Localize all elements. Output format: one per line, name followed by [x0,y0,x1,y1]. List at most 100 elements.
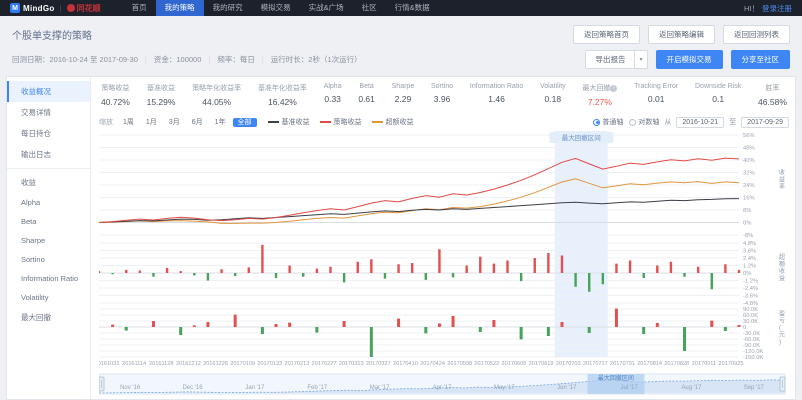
x-axis-label: 20170619 [529,361,554,367]
bars_daily_excess-bar [506,261,508,274]
sidebar-item-Sortino[interactable]: Sortino [7,250,90,269]
metric-value: 0.33 [324,94,342,104]
start-simulation-button[interactable]: 开启模拟交易 [656,50,723,69]
bars_daily_excess-bar [207,273,209,281]
legend-策略收益[interactable]: 策略收益 [320,117,362,127]
bars_daily_excess-bar [465,266,467,274]
info-icon[interactable]: i [610,85,617,92]
nav-item-行情&数据[interactable]: 行情&数据 [386,0,439,16]
metric-Downside Risk: Downside Risk0.1 [695,83,741,113]
legend-dash-icon [320,121,331,123]
legend-基准收益[interactable]: 基准收益 [268,117,310,127]
radio-对数轴[interactable]: 对数轴 [629,117,659,127]
bars_daily_pnl-bar [275,324,278,327]
nav-item-实战&广场[interactable]: 实战&广场 [300,0,353,16]
bars_daily_pnl-bar [683,327,686,351]
navigator-month-label: Mar '17 [370,385,390,391]
x-axis-label: 20170327 [366,361,391,367]
date-from-input[interactable]: 2016-10-21 [676,117,724,128]
sidebar-item-Information Ratio[interactable]: Information Ratio [7,269,90,288]
param-item: 资金：100000 [154,54,202,65]
sidebar-item-Volatility[interactable]: Volatility [7,288,90,307]
nav-item-我的研究[interactable]: 我的研究 [204,0,252,16]
bars_daily_excess-bar [697,267,699,273]
navigator-month-label: Jan '17 [245,385,265,391]
nav-item-首页[interactable]: 首页 [123,0,156,16]
nav-menu: 首页我的策略我的研究模拟交易实战&广场社区行情&数据 [123,0,439,16]
axis-scale-radios: 普通轴对数轴 [593,117,659,127]
metric-策略年化收益率: 策略年化收益率44.05% [192,83,241,113]
navigator-month-label: Nov '16 [120,385,141,391]
header-button-1[interactable]: 返回策略编辑 [648,25,715,44]
x-axis-label: 20161031 [99,361,119,367]
range-button-1年[interactable]: 1年 [210,118,231,127]
range-button-3月[interactable]: 3月 [164,118,185,127]
login-register-link[interactable]: 登录注册 [762,3,792,14]
legend-label: 基准收益 [282,117,310,127]
header-button-2[interactable]: 返回回测列表 [723,25,790,44]
legend-超额收益[interactable]: 超额收益 [372,117,414,127]
param-item: 运行时长：2秒（1次运行） [271,54,362,65]
bars_daily_excess-bar [438,249,440,273]
bars_daily_excess-bar [397,264,399,273]
export-caret-icon[interactable]: ▾ [635,50,647,69]
metric-label: Downside Risk [695,83,741,90]
sidebar-item-每日持仓[interactable]: 每日持仓 [7,123,90,144]
backtest-params-row: 回测日期：2016-10-24 至 2017-09-30|资金：100000|频… [0,47,802,74]
radio-circle-icon [629,119,636,126]
export-report-button[interactable]: 导出报告 [585,50,635,69]
sidebar-item-Beta[interactable]: Beta [7,212,90,231]
sidebar-divider [7,168,90,169]
range-button-1月[interactable]: 1月 [141,118,162,127]
share-to-community-button[interactable]: 分享至社区 [731,50,791,69]
bars_daily_excess-bar [561,256,563,274]
svg-text:1.2%: 1.2% [743,264,756,270]
navigator-month-label: Jun '17 [557,385,577,391]
sidebar-item-Alpha[interactable]: Alpha [7,193,90,212]
x-axis-label: 20161128 [149,361,173,367]
metric-value: 40.72% [101,97,130,107]
legend-label: 超额收益 [386,117,414,127]
chart-navigator[interactable]: 最大回撤区间Nov '16Dec '16Jan '17Feb '17Mar '1… [99,372,789,400]
bars_daily_excess-bar [656,266,658,274]
bars_daily_pnl-bar [234,315,237,327]
range-button-6月[interactable]: 6月 [187,118,208,127]
sidebar-item-输出日志[interactable]: 输出日志 [7,144,90,165]
nav-item-模拟交易[interactable]: 模拟交易 [252,0,300,16]
metric-Sharpe: Sharpe2.29 [392,83,415,113]
radio-circle-icon [593,119,600,126]
sidebar-item-最大回撤[interactable]: 最大回撤 [7,307,90,328]
metric-Volatility: Volatility0.18 [540,83,566,113]
sidebar-item-Sharpe[interactable]: Sharpe [7,231,90,250]
x-axis-label: 20170731 [610,361,635,367]
bars_daily_excess-bar [724,264,726,273]
navigator-month-label: Jul '17 [621,385,639,391]
bars_daily_excess-bar [411,263,413,273]
mindgo-logo-icon: M [10,3,20,13]
nav-item-社区[interactable]: 社区 [353,0,386,16]
header-button-0[interactable]: 返回策略首页 [573,25,640,44]
bars_daily_pnl-bar [724,327,727,331]
bars_daily_pnl-bar [152,321,155,327]
brand-tonghuashun[interactable]: 同花顺 [77,3,101,14]
bars_daily_excess-bar [711,273,713,289]
radio-label: 普通轴 [602,117,623,127]
sidebar-item-收益概况[interactable]: 收益概况 [7,81,90,102]
metric-label: Alpha [324,83,342,90]
export-report-split-button: 导出报告 ▾ [585,50,647,69]
bars_daily_excess-bar [547,253,549,273]
radio-普通轴[interactable]: 普通轴 [593,117,623,127]
range-button-全部[interactable]: 全部 [233,118,257,127]
date-to-input[interactable]: 2017-09-29 [741,117,789,128]
range-selector: 1周1月3月6月1年全部 [117,117,258,127]
performance-chart[interactable]: 56%48%40%32%24%16%8%0%-8%收益率4.8%3.6%2.4%… [99,131,789,372]
nav-item-我的策略[interactable]: 我的策略 [156,0,204,16]
x-axis-label: 20170123 [257,361,282,367]
bars_daily_pnl-bar [343,321,346,327]
range-button-1周[interactable]: 1周 [118,118,139,127]
chart-toolbar: 缩放 1周1月3月6月1年全部 基准收益策略收益超额收益 普通轴对数轴 从 20… [99,113,789,131]
bars_daily_excess-bar [329,267,331,273]
sidebar-item-交易详情[interactable]: 交易详情 [7,102,90,123]
sidebar-item-收益[interactable]: 收益 [7,172,90,193]
brand-mindgo[interactable]: MindGo [23,4,55,13]
